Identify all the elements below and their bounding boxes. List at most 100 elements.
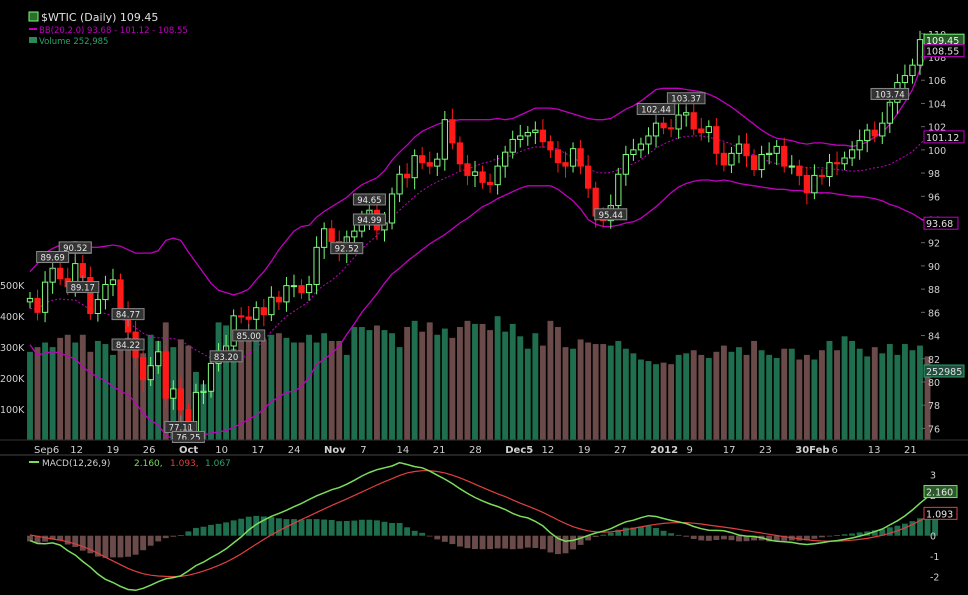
candle-body bbox=[238, 315, 245, 318]
candle-body bbox=[49, 267, 56, 283]
candle-body bbox=[502, 151, 509, 167]
annotation-label: 85.00 bbox=[237, 332, 261, 342]
macd-histogram-bar bbox=[592, 535, 599, 537]
y-tick-label: 86 bbox=[928, 308, 940, 319]
badge-text: 101.12 bbox=[926, 133, 959, 144]
macd-histogram-bar bbox=[675, 534, 682, 536]
volume-bar bbox=[245, 339, 252, 440]
candle-body bbox=[298, 285, 305, 294]
candle-body bbox=[109, 279, 117, 285]
macd-value-badge: 2.160 bbox=[923, 485, 958, 499]
volume-bar bbox=[524, 348, 531, 440]
candle-body bbox=[283, 285, 290, 303]
volume-bar bbox=[253, 340, 260, 440]
macd-histogram-bar bbox=[147, 535, 154, 546]
macd-y-tick-label: 3 bbox=[930, 470, 936, 481]
macd-histogram-bar bbox=[524, 535, 531, 548]
macd-histogram-bar bbox=[487, 535, 494, 549]
volume-bar bbox=[434, 334, 441, 440]
right-value-badge: 93.68 bbox=[923, 216, 959, 230]
macd-histogram-bar bbox=[328, 519, 335, 536]
macd-histogram-bar bbox=[720, 535, 727, 540]
volume-bar bbox=[803, 354, 810, 440]
volume-bar bbox=[147, 334, 154, 440]
volume-bar bbox=[509, 323, 516, 440]
candle-body bbox=[479, 171, 486, 183]
candle-body bbox=[562, 162, 569, 167]
candle-body bbox=[826, 162, 833, 178]
volume-bar bbox=[555, 327, 561, 440]
candle-body bbox=[773, 145, 780, 154]
x-tick-label: 21 bbox=[433, 445, 446, 456]
candle-body bbox=[403, 173, 411, 179]
candle-body bbox=[321, 228, 328, 248]
macd-histogram-bar bbox=[215, 523, 222, 536]
volume-bar bbox=[879, 353, 886, 440]
macd-histogram-bar bbox=[125, 535, 131, 557]
macd-histogram-bar bbox=[117, 535, 124, 558]
macd-histogram-bar bbox=[517, 535, 524, 549]
volume-bar bbox=[313, 342, 320, 440]
x-tick-label: 26 bbox=[143, 445, 156, 456]
volume-bar bbox=[901, 344, 908, 440]
candle-body bbox=[720, 152, 728, 166]
macd-histogram-bar bbox=[653, 527, 659, 536]
macd-histogram-bar bbox=[562, 535, 569, 554]
macd-histogram-bar bbox=[298, 519, 305, 536]
macd-histogram-bar bbox=[275, 518, 282, 536]
macd-histogram-bar bbox=[64, 535, 71, 545]
annotation-label: 89.69 bbox=[40, 254, 64, 264]
candle-body bbox=[811, 174, 818, 194]
volume-bar bbox=[336, 340, 343, 440]
macd-histogram-bar bbox=[27, 535, 33, 542]
candle-body bbox=[547, 141, 554, 151]
volume-bar bbox=[411, 320, 418, 440]
macd-histogram-bar bbox=[426, 535, 433, 537]
candle-body bbox=[713, 126, 720, 154]
x-tick-label: 30Feb bbox=[795, 445, 829, 456]
legend-bb: BB(20,2.0) 93.68 - 101.12 - 108.55 bbox=[39, 26, 188, 36]
candle-body bbox=[781, 145, 788, 167]
x-tick-label: 17 bbox=[723, 445, 736, 456]
candle-body bbox=[728, 152, 735, 166]
volume-bar bbox=[826, 340, 833, 440]
x-tick-label: 17 bbox=[252, 445, 265, 456]
candle-body bbox=[705, 126, 712, 133]
volume-bar bbox=[79, 334, 86, 440]
macd-histogram-bar bbox=[389, 523, 395, 536]
candle-body bbox=[411, 155, 418, 179]
volume-bar bbox=[811, 359, 818, 440]
annotation-label: 76.25 bbox=[176, 433, 200, 443]
y-tick-label: 100 bbox=[928, 146, 946, 157]
volume-bar bbox=[472, 323, 478, 440]
macd-histogram-bar bbox=[660, 530, 667, 536]
macd-histogram-bar bbox=[683, 535, 690, 537]
macd-histogram-bar bbox=[268, 517, 275, 536]
macd-histogram-bar bbox=[110, 535, 116, 558]
volume-bar bbox=[494, 316, 501, 440]
macd-histogram-bar bbox=[532, 535, 539, 548]
volume-bar bbox=[464, 320, 471, 440]
candle-body bbox=[290, 285, 298, 288]
x-tick-label: 24 bbox=[288, 445, 301, 456]
badge-text: 108.55 bbox=[926, 47, 959, 58]
annotation-label: 83.20 bbox=[214, 353, 238, 363]
macd-histogram-bar bbox=[185, 531, 192, 536]
volume-bar bbox=[585, 342, 592, 440]
candle-body bbox=[245, 316, 252, 320]
y-tick-label: 98 bbox=[928, 169, 940, 180]
y-tick-label: 106 bbox=[928, 76, 946, 87]
volume-bar bbox=[94, 340, 101, 440]
candle bbox=[162, 345, 169, 409]
volume-bar bbox=[449, 337, 456, 440]
candle-body bbox=[871, 129, 878, 137]
volume-bar bbox=[607, 345, 614, 440]
candle-body bbox=[645, 135, 652, 145]
candle-body bbox=[388, 193, 396, 224]
candle-body bbox=[177, 388, 184, 411]
volume-bar bbox=[758, 350, 765, 440]
volume-bar bbox=[645, 361, 652, 440]
badge-text: 93.68 bbox=[926, 219, 953, 230]
x-tick-label: 13 bbox=[868, 445, 881, 456]
macd-histogram-bar bbox=[223, 522, 230, 536]
